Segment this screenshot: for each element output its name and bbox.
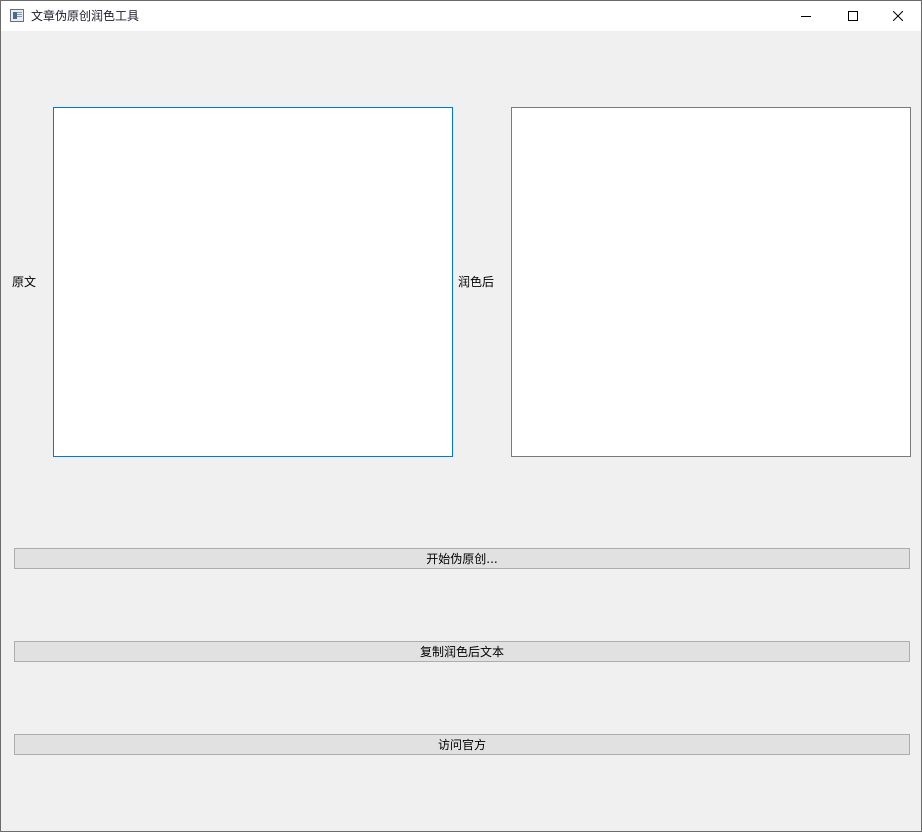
start-rewrite-button[interactable]: 开始伪原创... bbox=[14, 548, 910, 569]
maximize-button[interactable] bbox=[830, 1, 876, 31]
visit-official-site-button[interactable]: 访问官方 bbox=[14, 734, 910, 755]
app-window-icon bbox=[10, 9, 24, 22]
window-title: 文章伪原创润色工具 bbox=[31, 9, 140, 23]
original-text-label: 原文 bbox=[12, 275, 37, 289]
original-text-input[interactable] bbox=[53, 107, 453, 457]
polished-text-output[interactable] bbox=[511, 107, 911, 457]
title-bar[interactable]: 文章伪原创润色工具 bbox=[1, 1, 921, 31]
minimize-icon bbox=[801, 16, 811, 17]
polished-text-label: 润色后 bbox=[458, 275, 495, 289]
maximize-icon bbox=[848, 11, 858, 21]
close-icon bbox=[893, 11, 903, 21]
close-button[interactable] bbox=[875, 1, 921, 31]
minimize-button[interactable] bbox=[783, 1, 829, 31]
app-window: 文章伪原创润色工具 原文 润色后 开始伪原创... 复制润色后文本 访问官方 bbox=[0, 0, 922, 832]
copy-polished-text-button[interactable]: 复制润色后文本 bbox=[14, 641, 910, 662]
